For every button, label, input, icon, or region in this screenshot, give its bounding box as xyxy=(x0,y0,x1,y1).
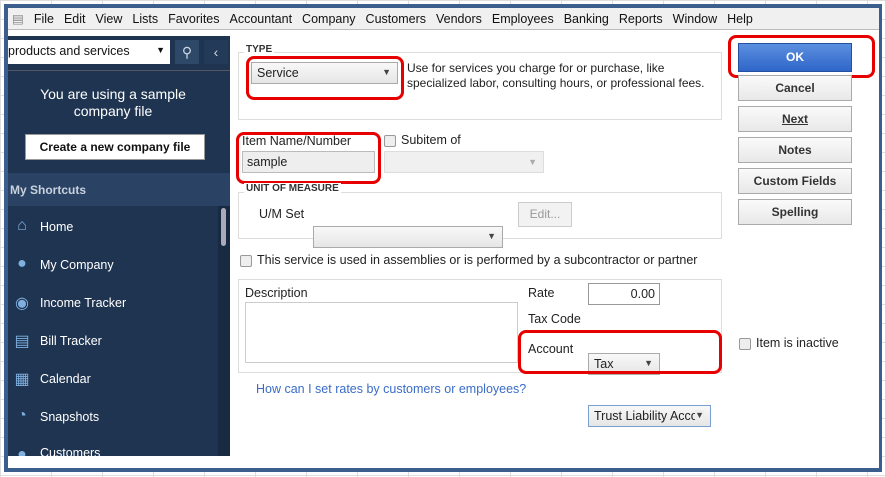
account-label: Account xyxy=(528,342,574,356)
spelling-button[interactable]: Spelling xyxy=(738,199,852,225)
chevron-down-icon: ▼ xyxy=(156,45,165,55)
chevron-down-icon: ▼ xyxy=(528,157,537,167)
shortcut-customers[interactable]: ● Customers xyxy=(8,436,218,456)
subitem-checkbox[interactable]: Subitem of xyxy=(384,133,461,147)
shortcut-label: My Company xyxy=(40,258,114,272)
menu-reports[interactable]: Reports xyxy=(619,12,663,26)
menu-company[interactable]: Company xyxy=(302,12,356,26)
search-value: products and services xyxy=(8,44,130,58)
menu-file[interactable]: File xyxy=(34,12,54,26)
checkbox-icon xyxy=(739,337,751,350)
cancel-button[interactable]: Cancel xyxy=(738,75,852,101)
menu-banking[interactable]: Banking xyxy=(564,12,609,26)
shortcut-label: Calendar xyxy=(40,372,91,386)
menu-customers[interactable]: Customers xyxy=(366,12,426,26)
next-button[interactable]: Next xyxy=(738,106,852,132)
shortcut-label: Home xyxy=(40,220,74,234)
edit-button[interactable]: Edit... xyxy=(518,202,572,227)
ok-button[interactable]: OK xyxy=(738,43,852,72)
type-label: TYPE xyxy=(244,44,275,55)
rate-label: Rate xyxy=(528,286,555,300)
account-select[interactable]: Trust Liability Acco ▼ xyxy=(588,405,711,427)
shortcut-label: Bill Tracker xyxy=(40,334,102,348)
shortcut-home[interactable]: ⌂ Home xyxy=(8,208,218,246)
search-button[interactable]: ⚲ xyxy=(175,40,199,64)
search-icon: ⚲ xyxy=(181,44,193,60)
company-icon: ● xyxy=(17,255,27,272)
chevron-down-icon: ▼ xyxy=(382,67,391,77)
customers-icon: ● xyxy=(17,446,27,456)
window-icon[interactable]: ▤ xyxy=(12,11,24,26)
bill-icon: ▤ xyxy=(14,333,30,350)
calendar-icon: ▦ xyxy=(14,371,30,388)
shortcut-bill-tracker[interactable]: ▤ Bill Tracker xyxy=(8,322,218,360)
type-select[interactable]: Service ▼ xyxy=(251,62,398,84)
description-label: Description xyxy=(245,286,308,300)
assemblies-checkbox[interactable]: This service is used in assemblies or is… xyxy=(240,253,697,267)
sidebar-scrollbar[interactable] xyxy=(218,206,230,456)
inactive-checkbox[interactable]: Item is inactive xyxy=(739,336,839,350)
inactive-label: Item is inactive xyxy=(756,336,839,350)
help-link[interactable]: How can I set rates by customers or empl… xyxy=(256,382,526,396)
sidebar-search-input[interactable]: products and services ▼ xyxy=(8,40,170,64)
item-name-input[interactable]: sample xyxy=(242,151,375,173)
menu-view[interactable]: View xyxy=(96,12,123,26)
income-icon: ◉ xyxy=(15,295,29,312)
chevron-down-icon: ▼ xyxy=(487,231,496,241)
shortcut-label: Customers xyxy=(40,446,101,456)
shortcut-label: Income Tracker xyxy=(40,296,127,310)
checkbox-icon xyxy=(384,134,396,147)
account-value: Trust Liability Acco xyxy=(594,409,698,423)
notes-button[interactable]: Notes xyxy=(738,137,852,163)
shortcut-label: Snapshots xyxy=(40,410,100,424)
custom-fields-button[interactable]: Custom Fields xyxy=(738,168,852,194)
um-set-select[interactable]: ▼ xyxy=(313,226,503,248)
shortcut-snapshots[interactable]: ◔ Snapshots xyxy=(8,398,218,436)
checkbox-icon xyxy=(240,254,252,267)
menu-employees[interactable]: Employees xyxy=(492,12,554,26)
shortcut-income-tracker[interactable]: ◉ Income Tracker xyxy=(8,284,218,322)
subitem-select[interactable]: ▼ xyxy=(384,151,544,173)
assemblies-label: This service is used in assemblies or is… xyxy=(257,253,698,267)
subitem-label: Subitem of xyxy=(401,133,461,147)
description-input[interactable] xyxy=(245,302,518,363)
sample-company-message: You are using a sample company file xyxy=(40,86,186,119)
menu-lists[interactable]: Lists xyxy=(132,12,158,26)
item-name-label: Item Name/Number xyxy=(242,134,352,148)
menu-help[interactable]: Help xyxy=(727,12,753,26)
shortcut-my-company[interactable]: ● My Company xyxy=(8,246,218,284)
um-set-label: U/M Set xyxy=(259,207,305,221)
menu-edit[interactable]: Edit xyxy=(64,12,86,26)
uom-label: UNIT OF MEASURE xyxy=(244,183,341,194)
sidebar: products and services ▼ ⚲ ‹ You are using… xyxy=(8,36,230,456)
menu-window[interactable]: Window xyxy=(673,12,717,26)
chevron-down-icon: ▼ xyxy=(695,410,704,420)
type-value: Service xyxy=(257,66,299,80)
menu-vendors[interactable]: Vendors xyxy=(436,12,482,26)
type-description: Use for services you charge for or purch… xyxy=(407,61,705,90)
home-icon: ⌂ xyxy=(17,217,27,234)
collapse-sidebar-button[interactable]: ‹ xyxy=(204,40,228,64)
pie-icon: ◔ xyxy=(17,407,27,424)
rate-input[interactable]: 0.00 xyxy=(588,283,660,305)
shortcuts-title: My Shortcuts xyxy=(8,173,230,206)
shortcut-calendar[interactable]: ▦ Calendar xyxy=(8,360,218,398)
chevron-left-icon: ‹ xyxy=(213,44,219,60)
tax-code-label: Tax Code xyxy=(528,312,581,326)
menu-favorites[interactable]: Favorites xyxy=(168,12,219,26)
create-company-button[interactable]: Create a new company file xyxy=(25,134,205,160)
menu-bar: ▤ File Edit View Lists Favorites Account… xyxy=(8,8,879,30)
menu-accountant[interactable]: Accountant xyxy=(230,12,293,26)
